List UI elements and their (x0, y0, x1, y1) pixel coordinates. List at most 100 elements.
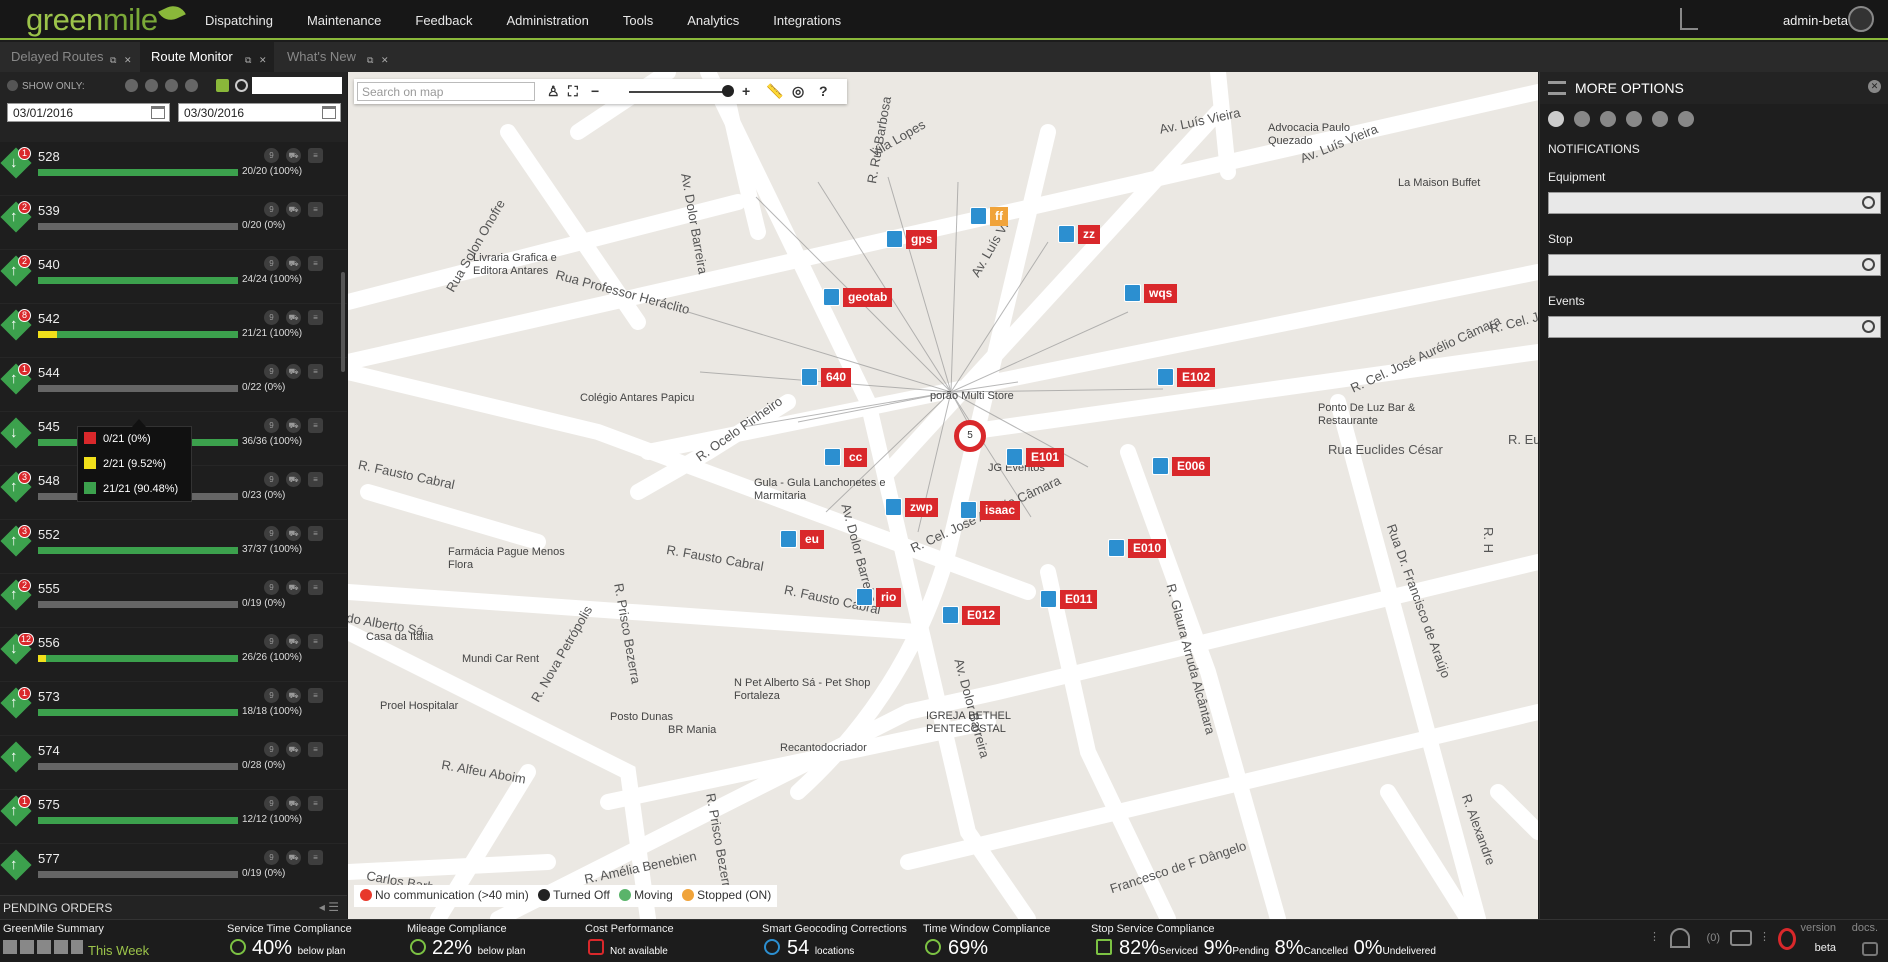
route-progress-bar[interactable] (38, 601, 238, 608)
zoom-out-icon[interactable]: − (591, 83, 599, 99)
truck-icon[interactable]: ⛟ (286, 310, 301, 325)
truck-icon[interactable]: ⛟ (286, 742, 301, 757)
route-progress-bar[interactable] (38, 763, 238, 770)
menu-icon[interactable]: ≡ (308, 850, 323, 865)
map-view[interactable]: Av. Luís Vieira Av. Luís Vieira Vila Lopes… (348, 72, 1538, 919)
calendar-icons[interactable] (3, 940, 83, 954)
alert-badge[interactable]: 1 (18, 795, 31, 808)
close-icon[interactable]: ✕ (381, 45, 389, 75)
date-to-field[interactable]: 03/30/2016 (178, 103, 341, 122)
filter-other-icon[interactable] (185, 79, 198, 92)
poi-label[interactable]: Gula - Gula Lanchonetes e Marmitaria (754, 477, 904, 503)
pin-icon[interactable] (1574, 111, 1590, 127)
stop-count-icon[interactable]: 9 (264, 310, 279, 325)
filter-side-icon[interactable] (165, 79, 178, 92)
poi-label[interactable]: La Maison Buffet (1398, 177, 1518, 190)
pending-orders-bar[interactable]: PENDING ORDERS ◂ ☰ (0, 895, 347, 919)
hierarchy-icon[interactable] (1680, 8, 1698, 30)
zoom-in-icon[interactable]: + (742, 83, 750, 99)
tab-delayed-routes[interactable]: Delayed Routes ⧉ ✕ (0, 42, 138, 72)
route-row[interactable]: ↑ 1 573 18/18 (100%) 9 ⛟ ≡ (0, 682, 347, 736)
poi-label[interactable]: Posto Dunas (610, 711, 710, 724)
menu-icon[interactable]: ≡ (308, 688, 323, 703)
chat-icon[interactable] (1730, 930, 1752, 946)
cluster-marker[interactable]: 5 (954, 420, 986, 452)
stop-count-icon[interactable]: 9 (264, 364, 279, 379)
route-row[interactable]: ↑ 1 575 12/12 (100%) 9 ⛟ ≡ (0, 790, 347, 844)
filter-down-icon[interactable] (125, 79, 138, 92)
truck-icon[interactable]: ⛟ (286, 580, 301, 595)
alert-badge[interactable]: 2 (18, 579, 31, 592)
poi-label[interactable]: Advocacia Paulo Quezado (1268, 122, 1378, 148)
menu-icon[interactable]: ◂ ☰ (319, 900, 339, 914)
route-row[interactable]: ↑ 574 0/28 (0%) 9 ⛟ ≡ (0, 736, 347, 790)
route-row[interactable]: ↓ 12 556 26/26 (100%) 9 ⛟ ≡ (0, 628, 347, 682)
menu-icon[interactable]: ≡ (308, 796, 323, 811)
tab-route-monitor[interactable]: Route Monitor ⧉ ✕ (140, 42, 274, 72)
stop-count-icon[interactable]: 9 (264, 526, 279, 541)
person-icon[interactable]: ♙ (547, 83, 560, 100)
search-icon[interactable] (1862, 320, 1875, 333)
route-row[interactable]: ↑ 577 0/19 (0%) 9 ⛟ ≡ (0, 844, 347, 895)
poi-label[interactable]: Farmácia Pague Menos Flora (448, 546, 568, 572)
menu-icon[interactable]: ≡ (308, 472, 323, 487)
route-row[interactable]: ↑ 2 539 0/20 (0%) 9 ⛟ ≡ (0, 196, 347, 250)
menu-icon[interactable]: ≡ (308, 148, 323, 163)
docs-icon[interactable] (1862, 942, 1878, 956)
search-icon[interactable] (1862, 258, 1875, 271)
drag-handle-icon[interactable]: ⋮ (1759, 930, 1770, 943)
route-progress-bar[interactable] (38, 277, 238, 284)
scrollbar[interactable] (341, 272, 345, 372)
alert-badge[interactable]: 8 (18, 309, 31, 322)
route-search-input[interactable] (252, 77, 342, 94)
menu-icon[interactable]: ≡ (308, 364, 323, 379)
route-progress-bar[interactable] (38, 709, 238, 716)
drag-handle-icon[interactable]: ⋮ (1649, 930, 1660, 943)
stop-count-icon[interactable]: 9 (264, 634, 279, 649)
route-progress-bar[interactable] (38, 871, 238, 878)
stop-search-field[interactable] (1548, 254, 1881, 276)
menu-icon[interactable]: ≡ (308, 310, 323, 325)
stop-count-icon[interactable]: 9 (264, 418, 279, 433)
menu-icon[interactable]: ≡ (308, 742, 323, 757)
truck-icon[interactable]: ⛟ (286, 526, 301, 541)
poi-label[interactable]: Livraria Grafica e Editora Antares (473, 252, 583, 278)
help-icon[interactable]: ? (819, 83, 828, 99)
poi-label[interactable]: BR Mania (668, 724, 748, 737)
nav-dispatching[interactable]: Dispatching (205, 13, 273, 28)
globe-icon[interactable]: ◎ (792, 83, 804, 100)
summary-period[interactable]: This Week (88, 943, 149, 958)
close-icon[interactable]: ✕ (124, 45, 132, 75)
equipment-search-field[interactable] (1548, 192, 1881, 214)
poi-label[interactable]: N Pet Alberto Sá - Pet Shop Fortaleza (734, 677, 874, 703)
menu-icon[interactable]: ≡ (308, 256, 323, 271)
menu-icon[interactable]: ≡ (308, 580, 323, 595)
menu-icon[interactable]: ≡ (308, 526, 323, 541)
stop-count-icon[interactable]: 9 (264, 742, 279, 757)
date-from-field[interactable]: 03/01/2016 (7, 103, 170, 122)
map-search-input[interactable]: Search on map (357, 82, 535, 101)
route-progress-bar[interactable] (38, 223, 238, 230)
layers-icon[interactable] (1652, 111, 1668, 127)
close-icon[interactable]: ✕ (259, 45, 267, 75)
nav-administration[interactable]: Administration (506, 13, 588, 28)
close-icon[interactable]: ✕ (1868, 80, 1881, 93)
poi-label[interactable]: porão Multi Store (930, 390, 1050, 403)
alert-badge[interactable]: 1 (18, 147, 31, 160)
calendar-icon[interactable] (322, 106, 336, 119)
truck-icon[interactable]: ⛟ (286, 364, 301, 379)
location-icon[interactable] (1778, 928, 1796, 950)
popout-icon[interactable]: ⧉ (367, 45, 373, 75)
poi-label[interactable]: Mundi Car Rent (462, 653, 562, 666)
calendar-icon[interactable] (216, 79, 229, 92)
tag-icon[interactable] (1626, 111, 1642, 127)
poi-label[interactable]: Casa da Italia (366, 631, 466, 644)
filter-up-icon[interactable] (145, 79, 158, 92)
route-progress-bar[interactable] (38, 331, 238, 338)
cloud-icon[interactable] (1600, 111, 1616, 127)
truck-icon[interactable]: ⛟ (286, 148, 301, 163)
stop-count-icon[interactable]: 9 (264, 796, 279, 811)
route-progress-bar[interactable] (38, 169, 238, 176)
alert-badge[interactable]: 3 (18, 471, 31, 484)
nav-analytics[interactable]: Analytics (687, 13, 739, 28)
